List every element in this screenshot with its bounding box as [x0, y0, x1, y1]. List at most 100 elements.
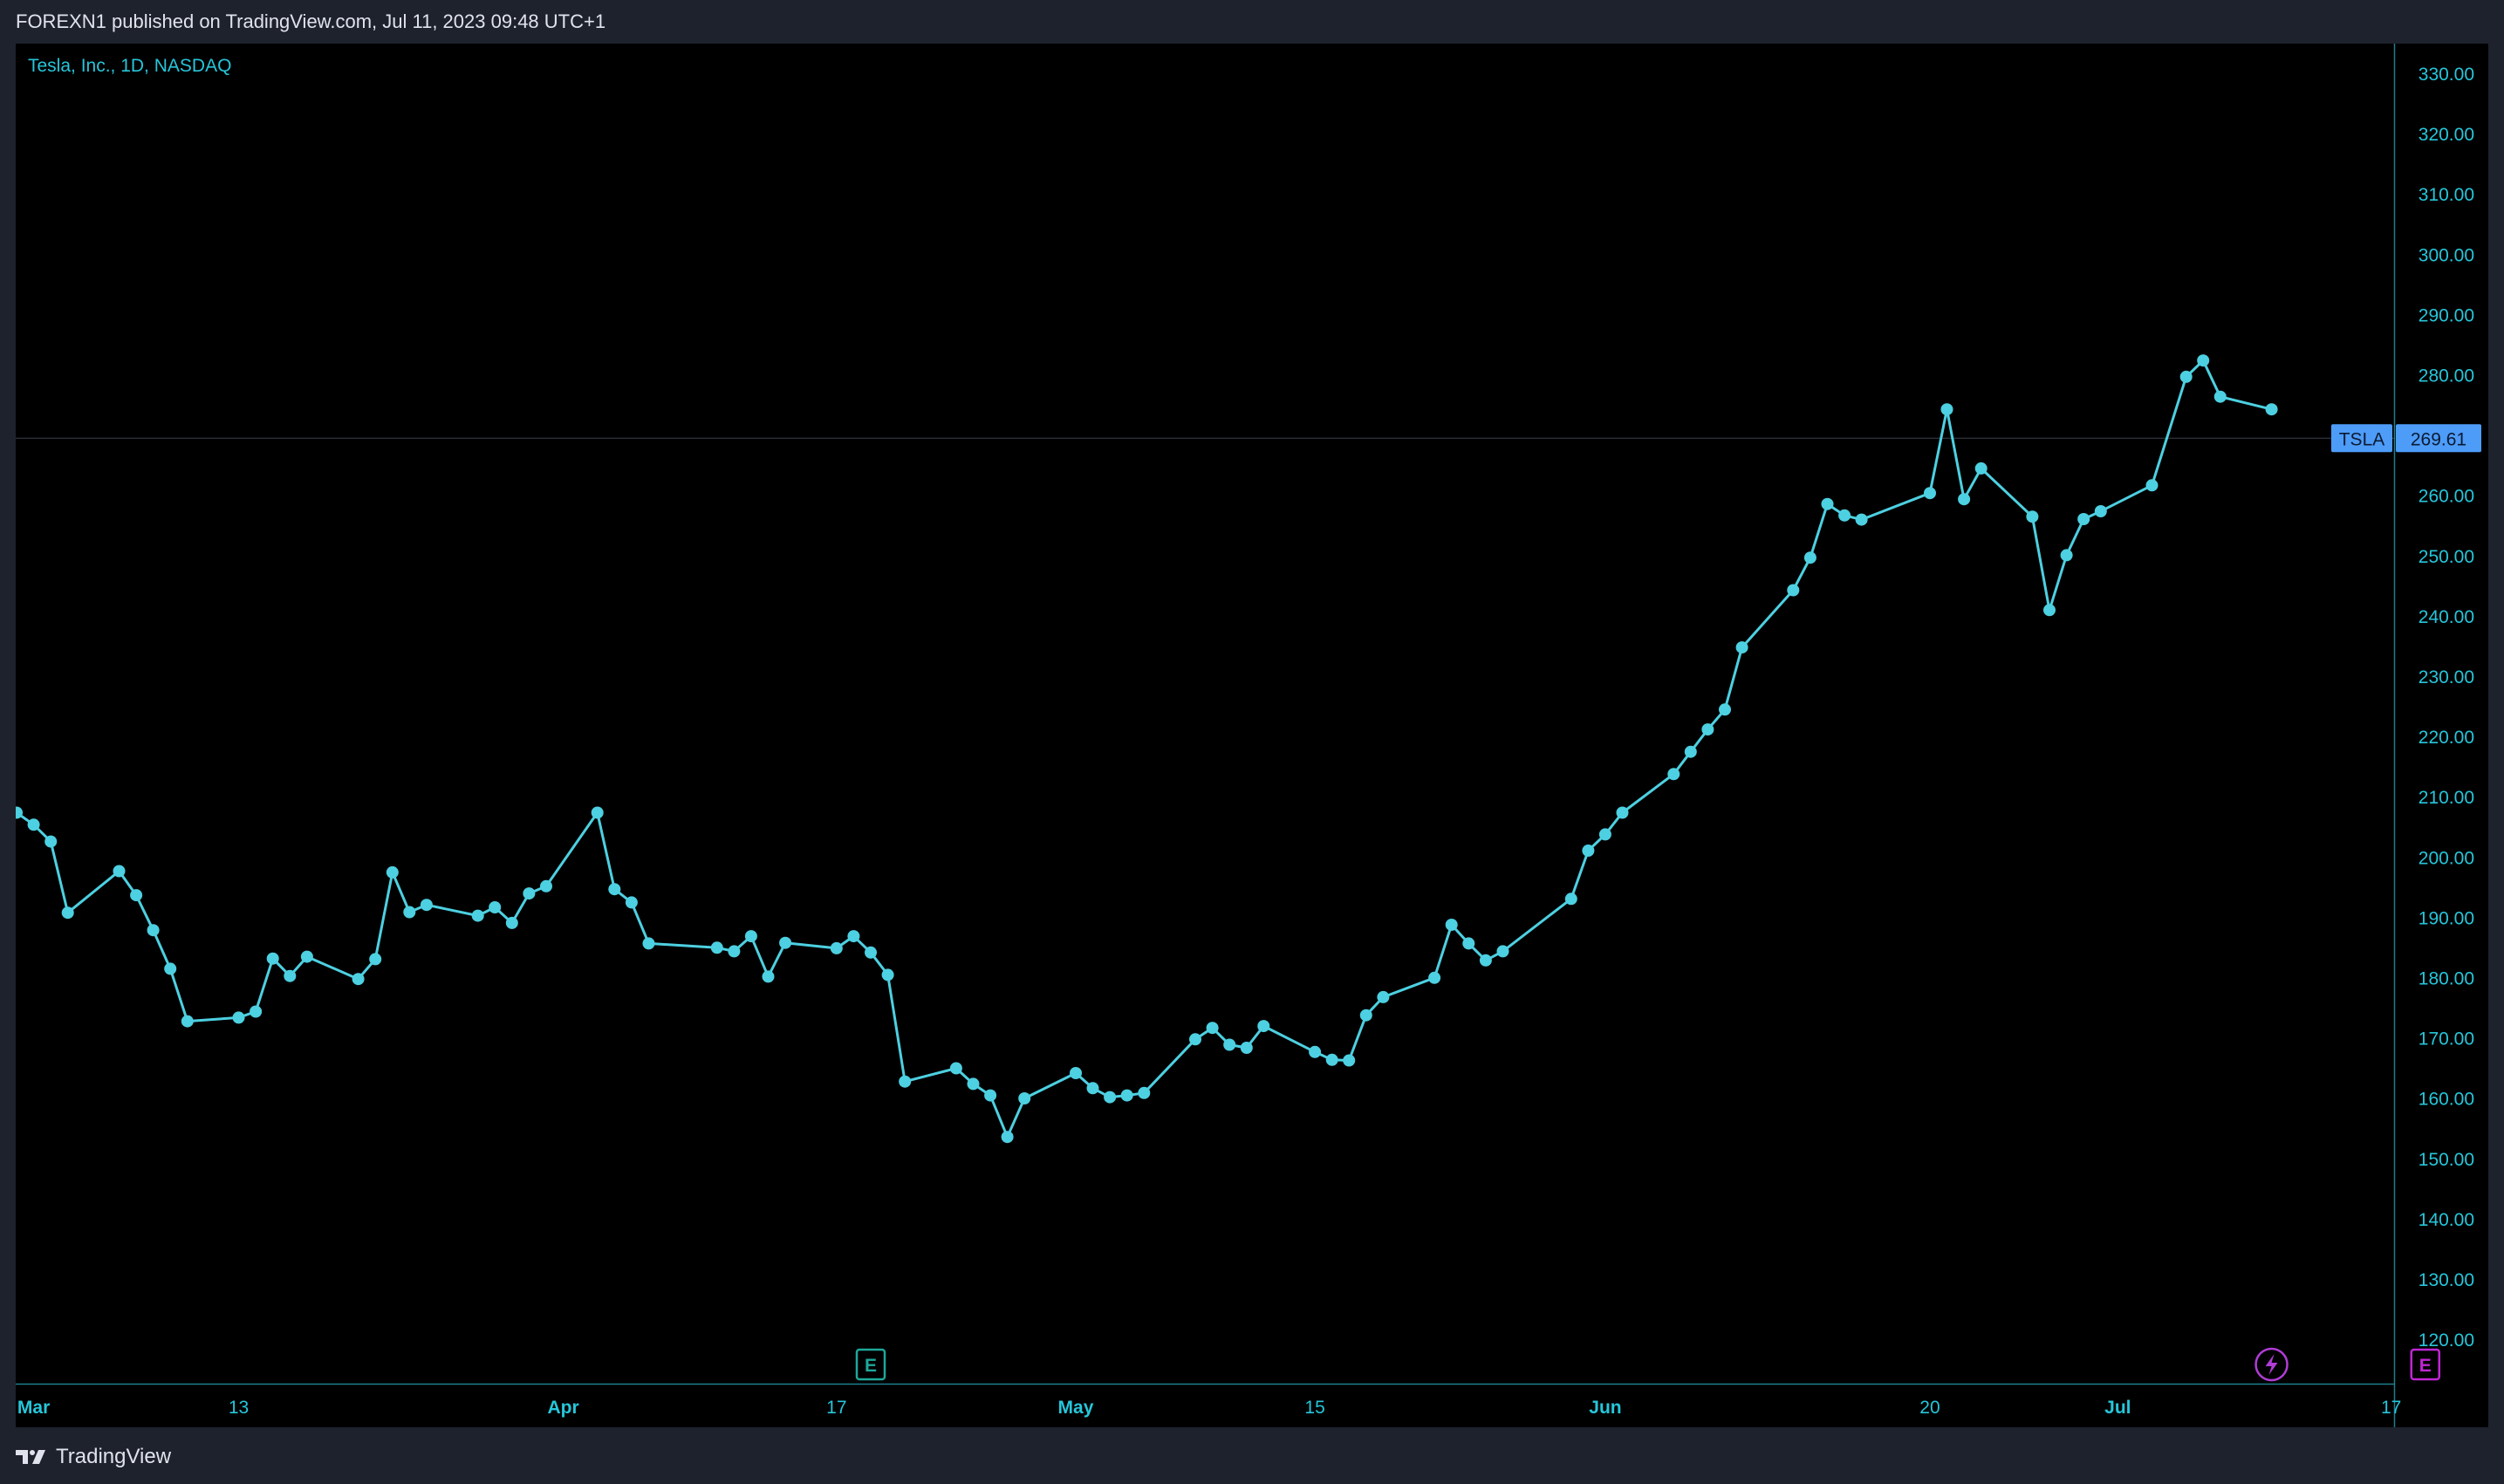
- time-tick-label: May: [1058, 1398, 1094, 1418]
- tradingview-logo-icon: [16, 1450, 45, 1464]
- lightning-bolt: [2265, 1354, 2278, 1375]
- price-point: [1974, 462, 1987, 475]
- price-point: [1240, 1042, 1253, 1054]
- price-point: [2043, 604, 2056, 617]
- price-point: [881, 968, 894, 981]
- price-tick-label: 230.00: [2418, 667, 2474, 687]
- price-point: [250, 1005, 263, 1018]
- price-chart[interactable]: 330.00320.00310.00300.00290.00280.00270.…: [16, 44, 2488, 1427]
- price-point: [164, 962, 177, 975]
- price-tick-label: 160.00: [2418, 1090, 2474, 1110]
- price-point: [505, 916, 518, 929]
- price-point: [1377, 990, 1390, 1003]
- price-point: [865, 946, 877, 959]
- price-point: [1496, 945, 1509, 958]
- last-price-value: 269.61: [2411, 429, 2466, 449]
- price-point: [1309, 1045, 1322, 1058]
- price-point: [1616, 806, 1629, 819]
- price-point: [44, 835, 58, 848]
- price-point: [830, 941, 843, 954]
- price-tick-label: 220.00: [2418, 728, 2474, 748]
- price-point: [1359, 1009, 1372, 1022]
- footer: TradingView: [16, 1441, 171, 1473]
- price-point: [1018, 1092, 1031, 1104]
- price-point: [1189, 1033, 1201, 1046]
- price-tick-label: 120.00: [2418, 1330, 2474, 1351]
- price-tick-label: 150.00: [2418, 1150, 2474, 1170]
- time-tick-label: Jun: [1589, 1398, 1621, 1418]
- price-tick-label: 320.00: [2418, 125, 2474, 145]
- price-point: [1257, 1020, 1270, 1033]
- price-point: [642, 937, 655, 950]
- time-tick-label: Apr: [547, 1398, 578, 1418]
- price-point: [1564, 892, 1577, 906]
- price-tick-label: 300.00: [2418, 245, 2474, 265]
- price-point: [1343, 1054, 1356, 1067]
- price-point: [2213, 390, 2227, 403]
- price-point: [949, 1062, 962, 1075]
- price-tick-label: 180.00: [2418, 969, 2474, 989]
- price-tick-label: 240.00: [2418, 607, 2474, 627]
- price-point: [1701, 723, 1714, 736]
- price-point: [2077, 513, 2090, 525]
- chart-panel[interactable]: 330.00320.00310.00300.00290.00280.00270.…: [16, 44, 2488, 1427]
- price-point: [1684, 745, 1697, 758]
- price-point: [2197, 354, 2210, 367]
- price-point: [471, 909, 484, 922]
- time-tick-label: Jul: [2104, 1398, 2131, 1418]
- price-point: [369, 953, 382, 966]
- time-tick-label: Mar: [17, 1398, 50, 1418]
- price-tick-label: 280.00: [2418, 366, 2474, 386]
- price-point: [1855, 513, 1868, 526]
- price-point: [847, 930, 860, 943]
- price-series-line: [16, 359, 2272, 1139]
- price-point: [1598, 828, 1611, 841]
- price-point: [984, 1089, 997, 1102]
- price-point: [232, 1011, 245, 1024]
- price-point: [1104, 1091, 1117, 1104]
- price-tick-label: 190.00: [2418, 908, 2474, 928]
- price-point: [489, 901, 502, 913]
- price-point: [181, 1015, 194, 1028]
- price-tick-label: 250.00: [2418, 547, 2474, 567]
- earnings-icon-label: E: [2419, 1356, 2432, 1376]
- time-tick-label: 17: [826, 1398, 846, 1418]
- time-tick-label: 15: [1304, 1398, 1324, 1418]
- price-point: [403, 906, 416, 919]
- price-point: [284, 969, 297, 982]
- price-point: [728, 945, 741, 958]
- price-point: [1719, 703, 1731, 716]
- price-tick-label: 210.00: [2418, 788, 2474, 808]
- price-point: [2179, 370, 2193, 383]
- price-point: [1120, 1089, 1133, 1102]
- price-point: [1958, 493, 1971, 506]
- price-tick-label: 260.00: [2418, 487, 2474, 507]
- price-point: [1223, 1038, 1236, 1051]
- price-point: [1325, 1053, 1338, 1066]
- symbol-tag-label: TSLA: [2339, 429, 2385, 449]
- price-point: [591, 806, 604, 819]
- price-point: [300, 950, 313, 963]
- price-tick-label: 140.00: [2418, 1210, 2474, 1230]
- price-point: [967, 1077, 980, 1091]
- price-point: [2026, 510, 2039, 523]
- price-point: [266, 952, 279, 965]
- earnings-icon-label: E: [865, 1356, 877, 1376]
- price-point: [1001, 1131, 1014, 1144]
- price-point: [386, 865, 399, 879]
- price-point: [113, 865, 126, 878]
- price-point: [1445, 919, 1458, 931]
- price-tick-label: 130.00: [2418, 1270, 2474, 1290]
- price-point: [540, 879, 552, 892]
- price-tick-label: 330.00: [2418, 65, 2474, 85]
- publish-info: FOREXN1 published on TradingView.com, Ju…: [16, 10, 606, 32]
- price-point: [352, 973, 365, 986]
- price-point: [1138, 1086, 1151, 1099]
- price-point: [2145, 479, 2159, 492]
- symbol-legend[interactable]: Tesla, Inc., 1D, NASDAQ: [28, 56, 231, 77]
- price-tick-label: 200.00: [2418, 848, 2474, 868]
- price-point: [1428, 971, 1441, 984]
- price-tick-label: 310.00: [2418, 185, 2474, 205]
- price-point: [523, 887, 536, 900]
- price-point: [1940, 403, 1953, 416]
